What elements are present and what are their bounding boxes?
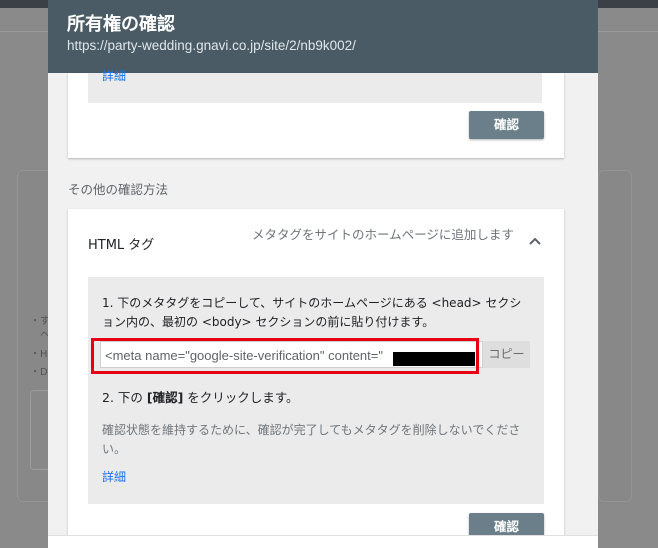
html-tag-method-card: HTML タグ メタタグをサイトのホームページに追加します 1. 下のメタタグを… [68,209,564,548]
method-instructions-panel: 1. 下のメタタグをコピーして、サイトのホームページにある <head> セクシ… [88,277,544,504]
dialog-header: 所有権の確認 https://party-wedding.gnavi.co.jp… [48,0,598,73]
ownership-verification-dialog: 所有権の確認 https://party-wedding.gnavi.co.jp… [48,0,598,548]
highlight-box [91,338,479,374]
background-text: ・す [30,316,50,327]
detail-link[interactable]: 詳細 [102,67,126,84]
dialog-scroll-area[interactable]: 詳細 確認 その他の確認方法 HTML タグ メタタグをサイトのホームページに追… [48,69,598,548]
confirm-button[interactable]: 確認 [469,111,544,139]
dialog-footer [48,535,598,548]
method-title[interactable]: HTML タグ [88,234,154,253]
detail-link[interactable]: 詳細 [102,468,126,485]
method-description: メタタグをサイトのホームページに追加します [252,227,514,242]
background-text: ・D [30,367,48,378]
step-1-text: 1. 下のメタタグをコピーして、サイトのホームページにある <head> セクシ… [102,296,522,329]
other-methods-heading: その他の確認方法 [68,182,169,197]
copy-button[interactable]: コピー [483,341,530,368]
chevron-up-icon[interactable] [527,233,543,249]
background-card [598,170,632,502]
dialog-title: 所有権の確認 [67,14,175,35]
recommended-method-card: 詳細 確認 [68,69,564,158]
method-details-panel: 詳細 [88,69,542,103]
step-2-bold: [確認] [146,390,184,405]
step-2-suffix: をクリックします。 [183,390,299,405]
step-2-text: 2. 下の [確認] をクリックします。 [102,387,299,406]
keep-meta-note: 確認状態を維持するために、確認が完了してもメタタグを削除しないでください。 [102,423,521,456]
site-url: https://party-wedding.gnavi.co.jp/site/2… [67,38,356,53]
background-text: ・H [30,349,48,360]
step-2-prefix: 2. 下の [102,390,147,405]
scrollbar[interactable]: ▲ ▼ [582,73,598,548]
